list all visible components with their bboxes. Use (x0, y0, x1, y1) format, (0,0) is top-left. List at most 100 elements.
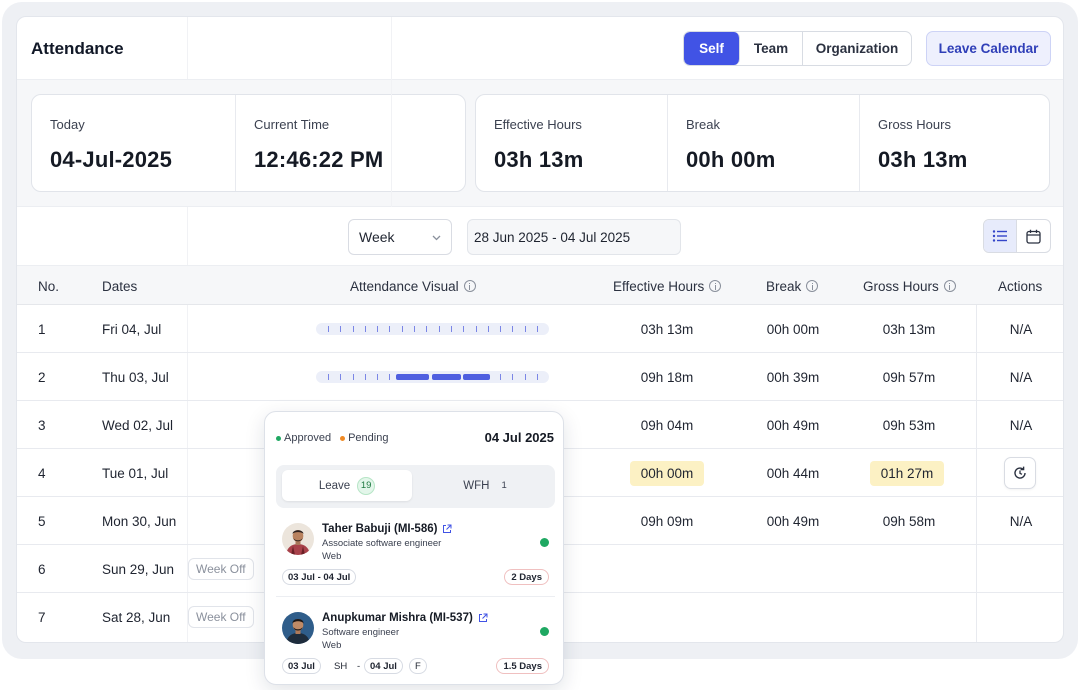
stat-label: Gross Hours (878, 117, 951, 132)
attendance-tick (364, 326, 366, 332)
tab-team[interactable]: Team (740, 32, 803, 65)
attendance-tick (389, 326, 391, 332)
legend-approved: Approved (284, 432, 332, 444)
row-break: 00h 44m (766, 465, 820, 481)
row-gross-hours: 09h 58m (882, 513, 936, 529)
row-number: 2 (38, 369, 46, 385)
employee-name-text: Taher Babuji (MI-586) (322, 523, 438, 535)
tab-wfh[interactable]: WFH 1 (420, 470, 550, 501)
hours-stats: Effective Hours 03h 13m Break 00h 00m Gr… (475, 94, 1050, 192)
attendance-tick (475, 326, 477, 332)
regularize-button[interactable] (1004, 457, 1036, 489)
attendance-tick (352, 374, 354, 380)
col-break-label: Break (766, 278, 802, 294)
approved-dot-icon (276, 435, 281, 441)
row-date: Fri 04, Jul (102, 321, 162, 337)
attendance-tick (524, 326, 526, 332)
col-effective: Effective Hours (613, 266, 722, 306)
row-date: Sun 29, Jun (102, 561, 175, 577)
row-number: 4 (38, 465, 46, 481)
info-icon[interactable] (709, 280, 722, 292)
list-view-button[interactable] (984, 220, 1018, 252)
leave-entry[interactable]: Anupkumar Mishra (MI-537) Software engin… (276, 612, 555, 676)
attendance-tick (450, 326, 452, 332)
employee-department: Web (322, 551, 342, 562)
employee-name[interactable]: Anupkumar Mishra (MI-537) (322, 612, 488, 624)
col-effective-label: Effective Hours (613, 278, 705, 294)
view-toggle (983, 219, 1051, 253)
info-icon[interactable] (463, 280, 476, 292)
calendar-icon (1026, 229, 1041, 244)
tab-self[interactable]: Self (684, 32, 740, 65)
info-icon[interactable] (806, 280, 819, 292)
row-gross-hours: 01h 27m (847, 449, 967, 497)
stat-gross-hours: Gross Hours 03h 13m (860, 95, 1049, 191)
leave-days-badge: 2 Days (504, 569, 549, 585)
employee-name-text: Anupkumar Mishra (MI-537) (322, 612, 473, 624)
row-break: 00h 39m (766, 369, 820, 385)
calendar-view-button[interactable] (1017, 220, 1050, 252)
table-row[interactable]: 2 Thu 03, Jul 09h 18m 00h 39m 09h 57m N/… (17, 353, 1063, 401)
period-select[interactable]: Week (348, 219, 452, 255)
employee-name[interactable]: Taher Babuji (MI-586) (322, 523, 452, 535)
tab-leave[interactable]: Leave 19 (282, 470, 412, 501)
list-icon (992, 230, 1007, 242)
row-date: Thu 03, Jul (102, 369, 169, 385)
row-number: 6 (38, 561, 46, 577)
divider (276, 596, 555, 597)
attendance-tick (524, 374, 526, 380)
external-link-icon[interactable] (478, 613, 488, 623)
stat-break: Break 00h 00m (668, 95, 860, 191)
leave-from-half: SH (329, 658, 353, 674)
attendance-tick (401, 326, 403, 332)
row-date: Wed 02, Jul (102, 417, 174, 433)
scope-toggle: Self Team Organization (683, 31, 912, 66)
row-number: 5 (38, 513, 46, 529)
employee-role: Associate software engineer (322, 538, 442, 549)
info-icon[interactable] (943, 280, 956, 292)
attendance-visual-bar[interactable] (316, 323, 549, 335)
stat-value: 12:46:22 PM (254, 147, 384, 172)
attendance-tick (438, 326, 440, 332)
attendance-tick (377, 326, 379, 332)
col-dates: Dates (102, 278, 138, 294)
attendance-tick (377, 374, 379, 380)
table-header: No. Dates Attendance Visual Effective Ho… (17, 265, 1063, 306)
attendance-tick (364, 374, 366, 380)
col-actions: Actions (998, 278, 1043, 294)
attendance-tick (512, 326, 514, 332)
leave-days-badge: 1.5 Days (496, 658, 549, 674)
row-action: N/A (1009, 417, 1033, 433)
attendance-tick (328, 326, 329, 332)
avatar (282, 612, 314, 644)
attendance-tick (414, 326, 416, 332)
attendance-segment (432, 374, 461, 380)
tab-wfh-label: WFH (463, 479, 490, 492)
table-row[interactable]: 1 Fri 04, Jul 03h 13m 00h 00m 03h 13m N/… (17, 305, 1063, 353)
attendance-tick (426, 326, 428, 332)
attendance-tick (500, 326, 502, 332)
date-range-field[interactable]: 28 Jun 2025 - 04 Jul 2025 (467, 219, 681, 255)
external-link-icon[interactable] (442, 524, 452, 534)
leave-popover: Approved Pending 04 Jul 2025 Leave 19 WF… (264, 411, 564, 685)
col-gross-label: Gross Hours (863, 278, 939, 294)
leave-entry[interactable]: Taher Babuji (MI-586) Associate software… (276, 523, 555, 587)
week-off-badge: Week Off (188, 606, 254, 628)
stat-label: Break (686, 117, 720, 132)
leave-calendar-button[interactable]: Leave Calendar (926, 31, 1051, 66)
row-gross-hours: 03h 13m (882, 321, 936, 337)
stat-label: Current Time (254, 117, 330, 132)
attendance-tick (537, 374, 538, 380)
attendance-visual-bar[interactable] (316, 371, 549, 383)
stat-label: Effective Hours (494, 117, 582, 132)
wfh-count-badge: 1 (501, 480, 507, 491)
tab-organization[interactable]: Organization (803, 32, 911, 65)
attendance-tick (340, 374, 342, 380)
row-gross-hours: 09h 53m (882, 417, 936, 433)
period-select-value: Week (359, 229, 395, 245)
stat-label: Today (50, 117, 85, 132)
row-effective-hours: 09h 09m (640, 513, 694, 529)
row-break: 00h 49m (766, 513, 820, 529)
page-title: Attendance (31, 39, 124, 58)
attendance-segment (396, 374, 429, 380)
